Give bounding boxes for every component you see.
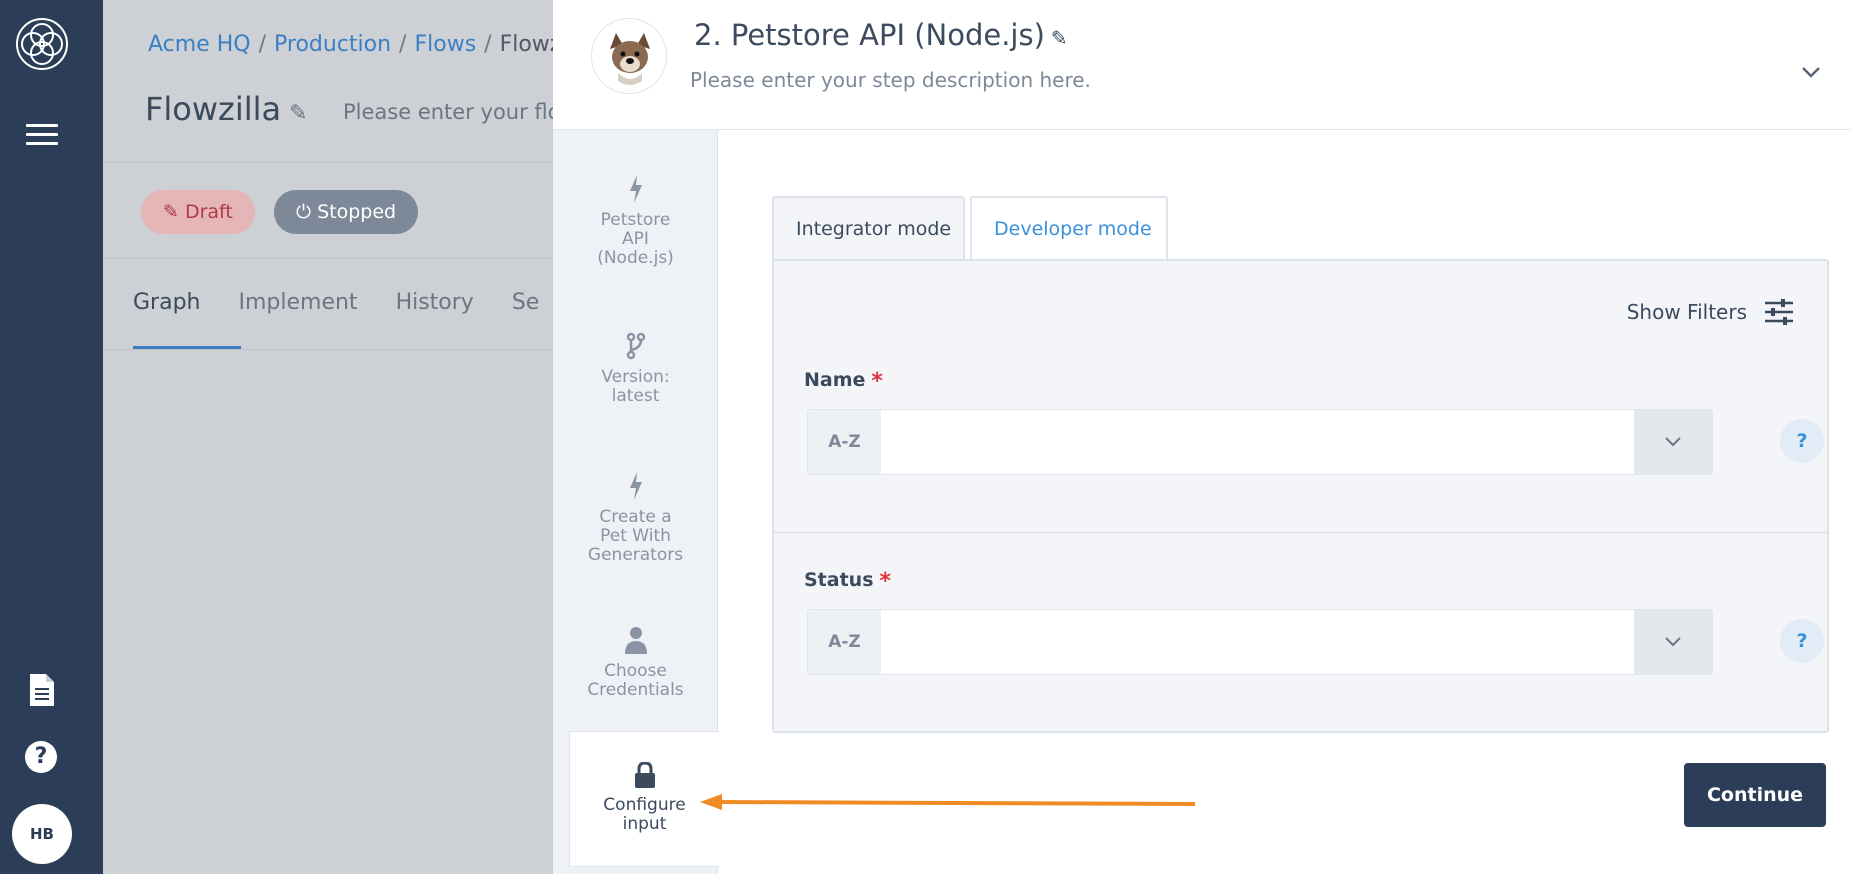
stopped-badge[interactable]: ⏻ Stopped	[274, 190, 419, 234]
name-field-label: Name *	[804, 369, 883, 394]
status-input[interactable]	[881, 610, 1634, 674]
edit-pencil-icon[interactable]: ✎	[289, 101, 307, 126]
chevron-down-icon[interactable]	[1801, 66, 1821, 80]
user-avatar[interactable]: HB	[12, 804, 72, 864]
step-panel: 2. Petstore API (Node.js) ✎ Please enter …	[553, 0, 1851, 874]
power-icon: ⏻	[296, 201, 318, 223]
hamburger-menu-icon[interactable]	[26, 124, 58, 146]
flow-description[interactable]: Please enter your flow	[343, 100, 578, 124]
show-filters-button[interactable]: Show Filters	[1627, 299, 1793, 325]
input-form: Show Filters Name * A-Z ? Status * A-Z ?	[772, 259, 1829, 733]
lightning-icon	[629, 175, 642, 203]
edit-pencil-icon[interactable]: ✎	[1051, 26, 1068, 50]
flow-tabs: Graph Implement History Se	[133, 290, 577, 315]
document-icon[interactable]	[28, 674, 56, 706]
continue-button[interactable]: Continue	[1684, 763, 1826, 827]
help-icon[interactable]: ?	[25, 741, 57, 773]
pencil-icon: ✎	[163, 201, 185, 223]
breadcrumb: Acme HQ / Production / Flows / Flowzi	[148, 32, 568, 57]
status-help-button[interactable]: ?	[1780, 619, 1824, 663]
left-rail: ? HB	[0, 0, 103, 874]
status-field: A-Z	[807, 609, 1713, 675]
name-field: A-Z	[807, 409, 1713, 475]
step-description[interactable]: Please enter your step description here.	[690, 68, 1091, 92]
breadcrumb-flows[interactable]: Flows	[414, 32, 476, 57]
step-sidebar: Petstore API (Node.js) Version: latest C…	[553, 130, 719, 874]
chevron-down-icon	[1665, 437, 1681, 447]
flow-title: Flowzilla ✎	[145, 90, 308, 128]
required-marker: *	[879, 569, 892, 594]
tab-implement[interactable]: Implement	[238, 290, 357, 315]
user-icon	[624, 627, 647, 654]
tab-developer-mode[interactable]: Developer mode	[970, 196, 1168, 259]
required-marker: *	[871, 369, 883, 394]
draft-badge[interactable]: ✎ Draft	[141, 190, 255, 234]
filter-sliders-icon	[1765, 299, 1793, 325]
sidebar-item-version[interactable]: Version: latest	[553, 332, 718, 406]
type-badge[interactable]: A-Z	[808, 410, 881, 474]
name-dropdown-button[interactable]	[1634, 410, 1712, 474]
step-avatar-image	[591, 18, 667, 94]
field-divider	[774, 532, 1827, 533]
name-input[interactable]	[881, 410, 1634, 474]
step-title: 2. Petstore API (Node.js) ✎	[694, 18, 1068, 52]
sidebar-item-create-pet[interactable]: Create a Pet With Generators	[553, 472, 718, 565]
branch-icon	[626, 332, 645, 360]
lightning-icon	[629, 472, 642, 500]
breadcrumb-org[interactable]: Acme HQ	[148, 32, 251, 57]
tab-history[interactable]: History	[396, 290, 474, 315]
name-help-button[interactable]: ?	[1780, 419, 1824, 463]
step-header: 2. Petstore API (Node.js) ✎ Please enter …	[553, 0, 1851, 130]
status-dropdown-button[interactable]	[1634, 610, 1712, 674]
sidebar-item-petstore-api[interactable]: Petstore API (Node.js)	[553, 175, 718, 268]
sidebar-item-configure-input[interactable]: Configure input	[569, 731, 719, 867]
sidebar-item-credentials[interactable]: Choose Credentials	[553, 626, 718, 700]
lock-icon	[634, 762, 655, 788]
chevron-down-icon	[1665, 637, 1681, 647]
tab-integrator-mode[interactable]: Integrator mode	[772, 196, 965, 259]
tab-settings[interactable]: Se	[512, 290, 540, 315]
status-field-label: Status *	[804, 569, 892, 594]
tab-graph[interactable]: Graph	[133, 290, 200, 315]
type-badge[interactable]: A-Z	[808, 610, 881, 674]
logo-icon[interactable]	[14, 16, 70, 72]
breadcrumb-workspace[interactable]: Production	[274, 32, 391, 57]
